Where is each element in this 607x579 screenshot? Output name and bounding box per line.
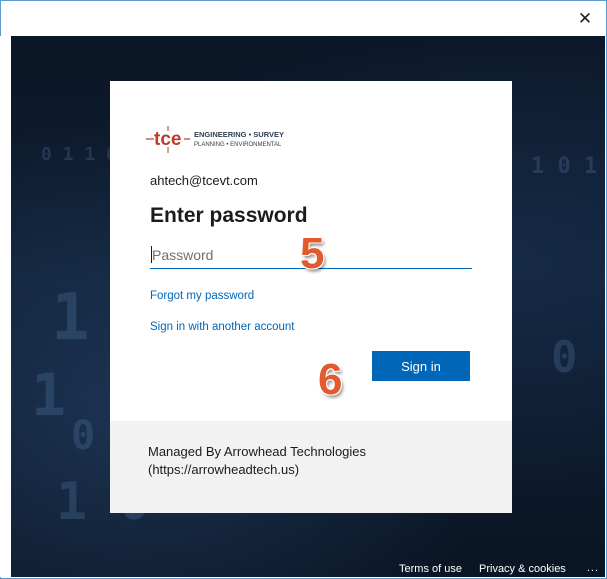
background-digits: 0: [71, 413, 96, 459]
logo-line2: PLANNING • ENVIRONMENTAL: [194, 142, 282, 148]
svg-text:tce: tce: [154, 129, 181, 150]
background-digits: 1: [31, 361, 66, 429]
sign-in-button[interactable]: Sign in: [372, 351, 470, 381]
tce-logo-icon: tce ENGINEERING • SURVEY PLANNING • ENVI…: [146, 126, 284, 153]
window-left-border: [0, 36, 11, 577]
managed-by-banner: Managed By Arrowhead Technologies (https…: [110, 421, 512, 513]
more-options-button[interactable]: ...: [587, 562, 599, 574]
privacy-cookies-link[interactable]: Privacy & cookies: [479, 563, 566, 575]
signin-card: tce ENGINEERING • SURVEY PLANNING • ENVI…: [110, 81, 512, 513]
background-digits: 1 0 1: [531, 154, 598, 179]
logo-line1: ENGINEERING • SURVEY: [194, 130, 284, 139]
company-logo: tce ENGINEERING • SURVEY PLANNING • ENVI…: [146, 123, 306, 155]
step-5-annotation: 5: [300, 229, 325, 278]
close-button[interactable]: ✕: [574, 9, 596, 29]
background-digits: 0: [551, 332, 578, 383]
page-title: Enter password: [150, 204, 308, 227]
managed-by-text: Managed By Arrowhead Technologies: [148, 444, 367, 459]
another-account-link[interactable]: Sign in with another account: [150, 321, 294, 333]
forgot-password-link[interactable]: Forgot my password: [150, 290, 254, 302]
background-digits: 0 1 1 0: [41, 144, 117, 165]
title-bar: ✕: [1, 1, 606, 37]
terms-of-use-link[interactable]: Terms of use: [399, 563, 462, 575]
managed-by-url: (https://arrowheadtech.us): [148, 462, 300, 477]
background-digits: 1: [51, 281, 90, 355]
text-caret: [151, 246, 152, 263]
page-footer: Terms of use Privacy & cookies ...: [11, 561, 605, 577]
step-6-annotation: 6: [318, 355, 343, 404]
account-email: ahtech@tcevt.com: [150, 173, 258, 188]
